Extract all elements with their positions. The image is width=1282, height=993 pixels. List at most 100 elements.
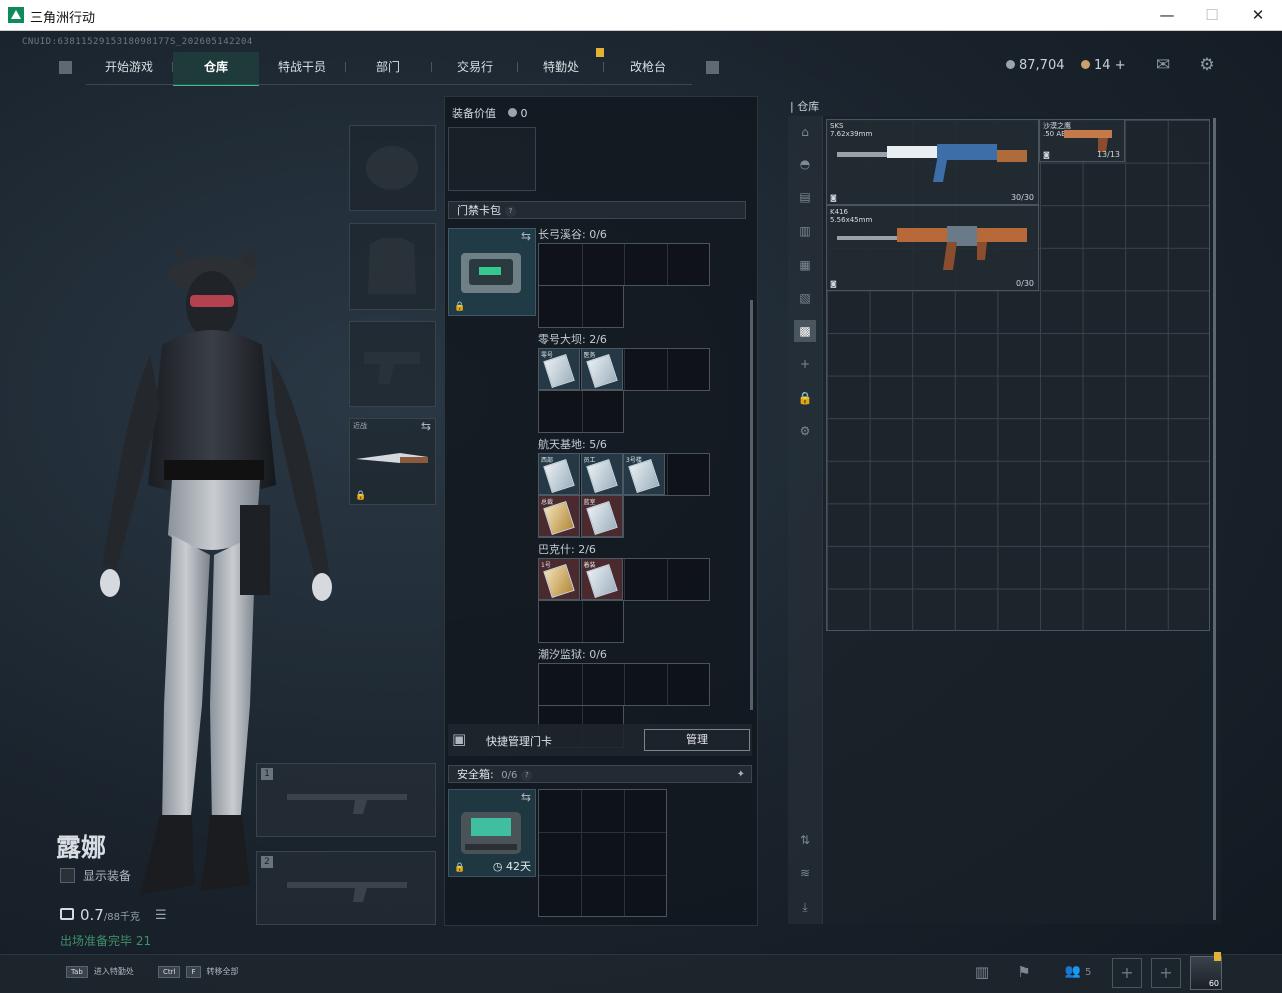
player-avatar[interactable]: 60 <box>1190 956 1222 990</box>
keycard-grid-row[interactable] <box>538 243 710 286</box>
keycard-item[interactable]: 总裁 <box>538 495 580 537</box>
ticket-balance[interactable]: 14 + <box>1081 58 1126 73</box>
list-icon[interactable]: ☰ <box>155 908 167 923</box>
minimize-button[interactable]: — <box>1152 4 1182 26</box>
transfer-icon[interactable]: ⤓ <box>794 896 816 918</box>
tab-warehouse[interactable]: 仓库 <box>173 52 259 86</box>
swap-icon[interactable]: ⇆ <box>521 790 531 804</box>
pistol-slot[interactable] <box>349 321 436 407</box>
safe-box-header: 安全箱: 0/6? ✦ <box>448 765 752 783</box>
category-helmet-icon[interactable]: ◓ <box>794 153 816 175</box>
keycard-grid-row[interactable] <box>538 285 624 328</box>
keycard-map-label: 零号大坝: 2/6 <box>538 333 607 346</box>
keycard-icon <box>585 458 618 494</box>
warehouse-item-k416[interactable]: K416 5.56x45mm ◙ 0/30 <box>826 205 1039 291</box>
keycard-item[interactable]: 零号 <box>538 348 580 390</box>
help-icon[interactable]: ? <box>505 206 516 217</box>
safe-box-slot[interactable]: ⇆ 🔒 ◷ 42天 <box>448 789 536 877</box>
warehouse-item-sks[interactable]: SKS 7.62x39mm ◙ 30/30 <box>826 119 1039 205</box>
category-backpack-icon[interactable]: ▥ <box>794 220 816 242</box>
keycard-item[interactable]: 医务 <box>580 348 623 390</box>
keycard-pack-slot[interactable]: ⇆ 🔒 <box>448 228 536 316</box>
primary-weapon-slot[interactable]: 1 <box>256 763 436 837</box>
safe-box-timer: ◷ 42天 <box>492 860 531 873</box>
keycard-item[interactable]: 蓝室 <box>580 495 623 537</box>
settings-icon[interactable]: ⚙ <box>794 420 816 442</box>
add-icon[interactable]: + <box>794 353 816 375</box>
category-armor-icon[interactable]: ▤ <box>794 186 816 208</box>
helmet-slot[interactable] <box>349 125 436 211</box>
keycard-label: 着装 <box>583 562 596 569</box>
tab-trading[interactable]: 交易行 <box>432 52 518 84</box>
keycard-grid-row[interactable] <box>538 663 710 706</box>
player-uid: CNUID:6381152915318098177S_202605142204 <box>22 37 253 47</box>
coin-balance[interactable]: 87,704 <box>1006 58 1065 73</box>
item-ammo-count: 13/13 <box>1096 150 1120 159</box>
keycard-scrollbar[interactable] <box>750 300 753 710</box>
melee-slot[interactable]: 近战 ⇆ 🔒 <box>349 418 436 505</box>
nav-next-icon[interactable] <box>706 61 719 74</box>
layers-icon[interactable]: ≋ <box>794 862 816 884</box>
show-equipment-toggle[interactable]: 显示装备 <box>60 867 131 884</box>
category-weapons-icon[interactable]: ▩ <box>794 320 816 342</box>
special-ops-shortcut[interactable]: Tab 进入特勤处 <box>66 966 134 978</box>
keycard-icon <box>543 500 575 536</box>
item-ammo-count: 0/30 <box>1016 279 1034 288</box>
warehouse-title: | 仓库 <box>790 100 820 113</box>
secondary-weapon-slot[interactable]: 2 <box>256 851 436 925</box>
keycard-item[interactable]: 1号 <box>538 558 580 600</box>
keycard-item[interactable]: 员工 <box>580 453 623 495</box>
warehouse-item-deagle[interactable]: 沙漠之鹰 .50 AE ◙ 13/13 <box>1039 119 1125 162</box>
backpack-slot[interactable] <box>448 127 536 191</box>
notification-badge <box>1214 952 1221 961</box>
gear-icon[interactable]: ⚙ <box>1196 55 1218 75</box>
keycard-item[interactable]: 西部 <box>538 453 580 495</box>
melee-slot-label: 近战 <box>353 422 367 430</box>
close-button[interactable]: ✕ <box>1243 4 1273 26</box>
keycard-map-label: 潮汐监狱: 0/6 <box>538 648 607 661</box>
transfer-all-shortcut[interactable]: Ctrl F 转移全部 <box>158 966 239 978</box>
checkbox-icon[interactable] <box>60 868 75 883</box>
tab-special-ops[interactable]: 特勤处 <box>518 52 604 84</box>
add-team-slot-button[interactable]: + <box>1151 958 1181 988</box>
tab-gunsmith[interactable]: 改枪台 <box>605 52 691 84</box>
keycard-item[interactable]: 3号楼 <box>623 453 665 495</box>
keycard-icon <box>543 458 575 494</box>
pin-icon[interactable]: ✦ <box>737 766 745 784</box>
gear-value: 装备价值 0 <box>452 107 528 120</box>
rifle-icon <box>837 226 1027 270</box>
helmet-icon <box>366 146 418 190</box>
add-team-slot-button[interactable]: + <box>1112 958 1142 988</box>
category-all-icon[interactable]: ⌂ <box>794 121 816 143</box>
maximize-button[interactable]: ☐ <box>1197 4 1227 26</box>
lock-icon[interactable]: 🔒 <box>794 387 816 409</box>
safe-box-grid[interactable] <box>538 789 667 917</box>
friends-button[interactable]: 👥 5 <box>1060 960 1096 984</box>
armor-slot[interactable] <box>349 223 436 310</box>
rifle-placeholder-icon <box>287 882 407 902</box>
stats-icon[interactable]: ▥ <box>970 960 994 984</box>
deploy-hint: 出场准备完毕 21 <box>60 934 152 948</box>
window-titlebar: 三角洲行动 — ☐ ✕ <box>0 0 1282 31</box>
keycard-grid-row[interactable] <box>538 390 624 433</box>
swap-icon[interactable]: ⇆ <box>421 419 431 433</box>
keycard-label: 西部 <box>541 457 554 464</box>
help-icon[interactable]: ? <box>521 770 533 781</box>
tab-department[interactable]: 部门 <box>345 52 431 84</box>
warehouse-scrollbar[interactable] <box>1213 118 1216 920</box>
flag-icon[interactable]: ⚑ <box>1012 960 1036 984</box>
nav-prev-icon[interactable] <box>59 61 72 74</box>
slot-number-2: 2 <box>261 856 273 868</box>
keycard-grid-row[interactable] <box>538 600 624 643</box>
window-title: 三角洲行动 <box>30 11 96 26</box>
mail-icon[interactable]: ✉ <box>1152 55 1174 75</box>
swap-icon[interactable]: ⇆ <box>521 229 531 243</box>
category-medical-icon[interactable]: ▧ <box>794 287 816 309</box>
tab-start-game[interactable]: 开始游戏 <box>86 52 172 84</box>
item-tag-icon: ◙ <box>830 194 837 202</box>
category-ammo-icon[interactable]: ▦ <box>794 254 816 276</box>
manage-button[interactable]: 管理 <box>644 729 750 751</box>
tab-operators[interactable]: 特战干员 <box>259 52 345 84</box>
sort-icon[interactable]: ⇅ <box>794 829 816 851</box>
keycard-item[interactable]: 着装 <box>580 558 623 600</box>
